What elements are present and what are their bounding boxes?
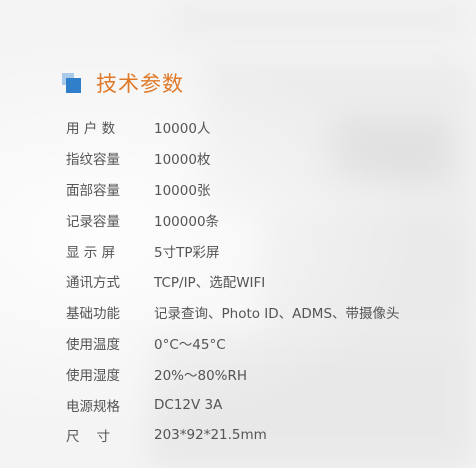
spec-row-dimensions: 尺 寸 203*92*21.5mm (66, 420, 466, 451)
spec-label: 显 示 屏 (66, 244, 116, 261)
stacked-squares-icon (62, 73, 82, 93)
spec-list: 用 户 数 10000人 指纹容量 10000枚 面部容量 10000张 记录容… (66, 112, 466, 451)
spec-label: 用 户 数 (66, 121, 116, 138)
spec-label: 尺 寸 (66, 429, 111, 446)
spec-value: 5寸TP彩屏 (154, 244, 220, 261)
spec-label: 记录容量 (66, 213, 120, 230)
spec-label: 使用温度 (66, 336, 120, 353)
spec-value: 10000张 (154, 182, 211, 199)
spec-row-power: 电源规格 DC12V 3A (66, 389, 466, 420)
spec-label: 基础功能 (66, 306, 120, 323)
spec-value: 10000枚 (154, 152, 211, 169)
spec-value: TCP/IP、选配WIFI (154, 275, 266, 292)
spec-label: 面部容量 (66, 182, 120, 199)
spec-value: 20%～80%RH (154, 367, 248, 384)
spec-value: DC12V 3A (154, 396, 223, 413)
spec-value: 0°C～45°C (154, 336, 226, 353)
spec-row-users: 用 户 数 10000人 (66, 112, 466, 143)
spec-row-face-capacity: 面部容量 10000张 (66, 174, 466, 205)
spec-row-communication: 通讯方式 TCP/IP、选配WIFI (66, 266, 466, 297)
spec-row-functions: 基础功能 记录查询、Photo ID、ADMS、带摄像头 (66, 297, 466, 328)
spec-panel: 技术参数 用 户 数 10000人 指纹容量 10000枚 面部容量 10000… (0, 0, 476, 468)
spec-label: 电源规格 (66, 398, 120, 415)
spec-row-record-capacity: 记录容量 100000条 (66, 204, 466, 235)
section-heading: 技术参数 (62, 68, 184, 98)
spec-value: 203*92*21.5mm (154, 427, 267, 444)
spec-label: 通讯方式 (66, 275, 120, 292)
spec-row-display: 显 示 屏 5寸TP彩屏 (66, 235, 466, 266)
spec-value: 记录查询、Photo ID、ADMS、带摄像头 (154, 306, 400, 323)
spec-row-fingerprint-capacity: 指纹容量 10000枚 (66, 143, 466, 174)
section-title: 技术参数 (96, 72, 184, 96)
spec-value: 100000条 (154, 213, 220, 230)
spec-row-humidity: 使用湿度 20%～80%RH (66, 358, 466, 389)
spec-label: 指纹容量 (66, 152, 120, 169)
spec-row-temperature: 使用温度 0°C～45°C (66, 328, 466, 359)
spec-value: 10000人 (154, 121, 211, 138)
spec-label: 使用湿度 (66, 367, 120, 384)
